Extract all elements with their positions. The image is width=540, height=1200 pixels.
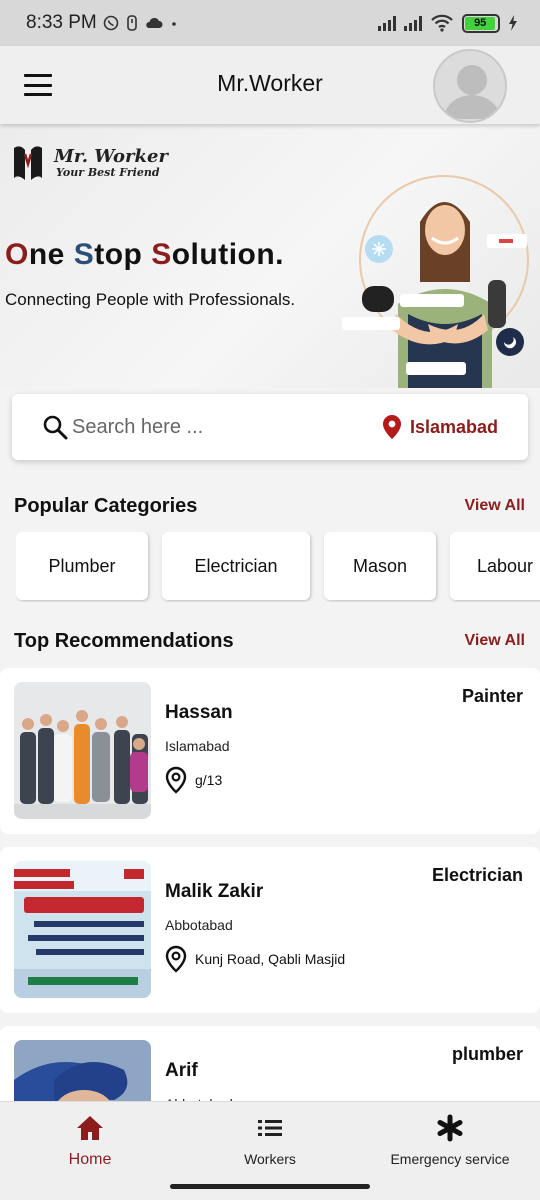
asterisk-icon xyxy=(437,1114,463,1142)
brand-logo: Mr. Worker Your Best Friend xyxy=(12,144,168,182)
nav-workers[interactable]: Workers xyxy=(230,1114,310,1167)
nav-home[interactable]: Home xyxy=(52,1114,128,1169)
status-time: 8:33 PM xyxy=(26,12,97,33)
category-chip-plumber[interactable]: Plumber xyxy=(16,532,148,600)
whatsapp-icon xyxy=(103,15,119,31)
nav-workers-label: Workers xyxy=(244,1151,296,1167)
category-chip-mason[interactable]: Mason xyxy=(324,532,436,600)
worker-address: Kunj Road, Qabli Masjid xyxy=(165,945,345,973)
home-icon xyxy=(77,1116,103,1140)
worker-name: Hassan xyxy=(165,702,233,723)
app-bar: Mr.Worker xyxy=(0,46,540,124)
status-right: 95 xyxy=(378,13,518,33)
location-pin-icon xyxy=(382,415,401,439)
worker-name: Malik Zakir xyxy=(165,881,264,902)
wifi-icon xyxy=(431,14,453,32)
status-bar: 8:33 PM 95 xyxy=(0,0,540,46)
user-avatar-icon xyxy=(444,65,500,119)
worker-address: g/13 xyxy=(165,766,222,794)
worker-category: plumber xyxy=(451,1044,523,1064)
signal-icon-2 xyxy=(404,15,422,31)
hero-banner: Mr. Worker Your Best Friend One Stop Sol… xyxy=(0,124,540,388)
location-selector[interactable]: Islamabad xyxy=(382,414,498,440)
worker-card[interactable]: Hassan Islamabad g/13 Painter xyxy=(0,668,540,834)
worker-name: Arif xyxy=(165,1060,198,1081)
usb-icon xyxy=(126,15,137,31)
headline-part: S xyxy=(151,238,172,271)
headline-part: ne xyxy=(28,238,74,271)
cloud-icon xyxy=(146,17,163,28)
location-label: Islamabad xyxy=(409,416,498,437)
categories-title: Popular Categories xyxy=(14,495,198,517)
battery-icon: 95 xyxy=(462,13,500,33)
categories-list: Plumber Electrician Mason Labour xyxy=(16,532,540,602)
worker-photo xyxy=(14,682,151,819)
list-icon xyxy=(258,1120,282,1136)
worker-address-text: Kunj Road, Qabli Masjid xyxy=(195,951,346,967)
headline-part: O xyxy=(5,238,29,271)
worker-city: Islamabad xyxy=(165,738,230,754)
battery-level: 95 xyxy=(465,16,496,30)
search-icon xyxy=(43,415,68,440)
home-indicator[interactable] xyxy=(170,1184,370,1189)
search-bar[interactable]: Islamabad xyxy=(12,394,528,460)
search-input[interactable] xyxy=(72,415,352,439)
worker-address-text: g/13 xyxy=(195,772,223,788)
banner-headline: One Stop Solution. xyxy=(5,238,284,272)
banner-subline: Connecting People with Professionals. xyxy=(5,290,296,309)
categories-view-all-link[interactable]: View All xyxy=(465,497,525,515)
brand-name: Mr. Worker xyxy=(54,145,168,167)
logo-mark-icon xyxy=(14,146,42,180)
nav-home-label: Home xyxy=(68,1151,112,1168)
recommendations-view-all-link[interactable]: View All xyxy=(465,632,525,650)
headline-part: S xyxy=(73,238,95,271)
worker-card[interactable]: Malik Zakir Abbotabad Kunj Road, Qabli M… xyxy=(0,847,540,1013)
worker-photo xyxy=(14,861,151,998)
status-notification-icons xyxy=(103,15,179,31)
dot-icon xyxy=(171,22,176,26)
nav-emergency-service[interactable]: Emergency service xyxy=(380,1114,520,1167)
headline-part: top xyxy=(94,238,152,271)
worker-city: Abbotabad xyxy=(165,917,233,933)
location-pin-outline-icon xyxy=(165,766,187,794)
signal-icon xyxy=(378,15,396,31)
charging-icon xyxy=(509,15,517,31)
location-pin-outline-icon xyxy=(165,945,187,973)
hero-woman-illustration xyxy=(342,175,529,388)
worker-category: Electrician xyxy=(431,865,523,885)
nav-emergency-label: Emergency service xyxy=(390,1151,510,1167)
category-chip-labour[interactable]: Labour xyxy=(450,532,540,600)
avatar[interactable] xyxy=(433,49,507,123)
category-chip-electrician[interactable]: Electrician xyxy=(162,532,310,600)
worker-category: Painter xyxy=(461,686,523,706)
brand-tagline: Your Best Friend xyxy=(56,165,160,179)
recommendations-title: Top Recommendations xyxy=(14,630,234,652)
headline-part: olution. xyxy=(171,238,285,271)
